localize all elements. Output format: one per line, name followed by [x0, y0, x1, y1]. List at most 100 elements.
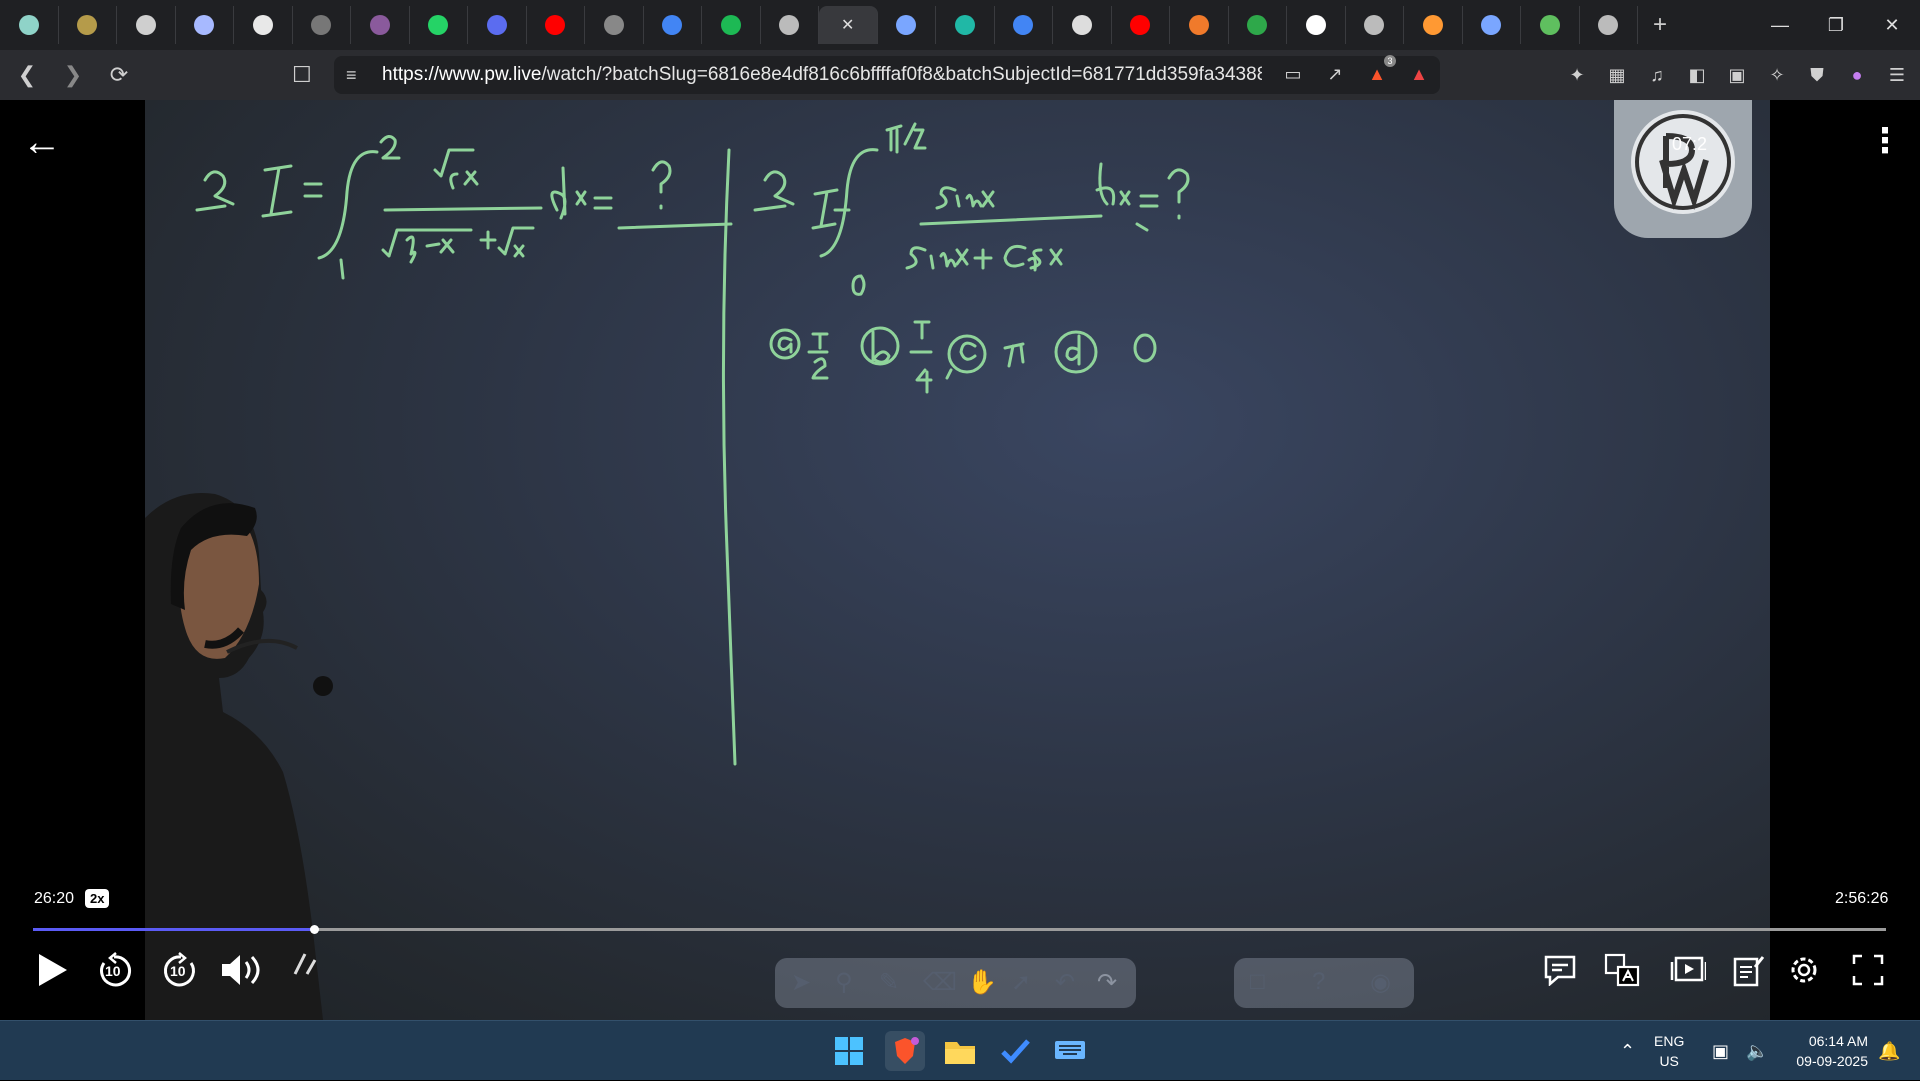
browser-tab[interactable] — [995, 6, 1053, 44]
settings-button[interactable] — [1786, 952, 1822, 988]
browser-tab[interactable] — [936, 6, 995, 44]
teacher-figure — [145, 493, 333, 1020]
notes-button[interactable] — [1730, 952, 1766, 988]
taskbar-file-explorer[interactable] — [940, 1031, 980, 1071]
browser-tab[interactable] — [644, 6, 702, 44]
brave-shields-icon[interactable]: ▲ 3 — [1364, 55, 1396, 87]
browser-tab[interactable] — [351, 6, 410, 44]
windows-logo-icon — [835, 1037, 863, 1065]
taskbar-todo[interactable] — [995, 1031, 1035, 1071]
browser-tab[interactable] — [0, 6, 59, 44]
window-controls: — ❐ ✕ — [1752, 0, 1920, 50]
share-icon[interactable]: ↗ — [1322, 61, 1348, 87]
volume-icon — [222, 955, 260, 985]
dollar-coin-icon — [77, 15, 98, 35]
playlist-button[interactable] — [1670, 952, 1706, 988]
network-icon[interactable]: ▣ — [1712, 1021, 1729, 1081]
browser-tab[interactable] — [59, 6, 117, 44]
browser-tab[interactable] — [234, 6, 293, 44]
tray-overflow-icon[interactable]: ⌃ — [1620, 1021, 1635, 1081]
bookmark-icon — [486, 15, 507, 35]
site-settings-icon[interactable]: ≡ — [346, 65, 357, 86]
photo-icon — [1247, 15, 1268, 35]
forward-10-button[interactable]: 10 — [161, 951, 199, 989]
camera-icon: ◉ — [1370, 969, 1391, 996]
brave-rewards-icon[interactable]: ▲ — [1406, 61, 1432, 87]
browser-tab[interactable] — [1580, 6, 1638, 44]
browser-tab[interactable] — [293, 6, 351, 44]
rewind-label: 10 — [105, 963, 121, 979]
extensions-icon[interactable]: ✦ — [1564, 62, 1590, 88]
reader-icon[interactable]: ▦ — [1604, 62, 1630, 88]
seek-bar[interactable] — [33, 925, 1886, 934]
browser-tab[interactable] — [527, 6, 585, 44]
bulb-icon: ⚲ — [835, 969, 853, 996]
browser-tab[interactable] — [176, 6, 234, 44]
browser-tab[interactable] — [410, 6, 468, 44]
browser-tab[interactable] — [1287, 6, 1346, 44]
browser-tab[interactable] — [878, 6, 936, 44]
brave-lion-icon — [895, 1037, 919, 1064]
browser-tab[interactable] — [1346, 6, 1404, 44]
translate-button[interactable] — [1604, 952, 1640, 988]
browser-tab[interactable] — [1229, 6, 1287, 44]
browser-tab[interactable] — [1463, 6, 1521, 44]
browser-tab[interactable] — [1404, 6, 1463, 44]
pen-icon: ✎ — [879, 969, 900, 996]
language-indicator[interactable]: ENG US — [1654, 1031, 1684, 1071]
browser-tab[interactable] — [468, 6, 527, 44]
taskbar-brave-browser[interactable] — [885, 1031, 925, 1071]
gemini-icon — [1481, 15, 1502, 35]
vpn-shield-icon[interactable]: ⛊ — [1804, 62, 1830, 88]
laser-icon: ➚ — [1011, 969, 1032, 996]
restore-icon[interactable]: ❐ — [1808, 0, 1864, 50]
browser-tab[interactable] — [761, 6, 819, 44]
browser-tab[interactable] — [117, 6, 176, 44]
browser-tab[interactable] — [702, 6, 761, 44]
minimize-icon[interactable]: — — [1752, 0, 1808, 50]
speaker-icon[interactable]: 🔈 — [1746, 1021, 1768, 1081]
menu-icon[interactable]: ☰ — [1884, 62, 1910, 88]
volume-button[interactable] — [220, 951, 264, 989]
green-r-icon — [1539, 15, 1560, 35]
video-player[interactable]: ← ⋮ 07:2 26:20 2x 2:56:26 10 10 ➤ ⚲ ✎ ⌫ … — [0, 100, 1920, 1020]
chat-button[interactable] — [1542, 952, 1578, 988]
windows-taskbar: ⌃ ENG US ▣ 🔈 06:14 AM 09-09-2025 🔔 — [0, 1020, 1920, 1080]
fullscreen-button[interactable] — [1850, 952, 1886, 988]
system-clock[interactable]: 06:14 AM 09-09-2025 — [1776, 1031, 1868, 1071]
seek-bar-handle[interactable] — [309, 925, 319, 934]
back-icon[interactable]: ❮ — [8, 56, 46, 94]
close-window-icon[interactable]: ✕ — [1864, 0, 1920, 50]
sidebar-icon[interactable]: ◧ — [1684, 62, 1710, 88]
playback-speed-badge[interactable]: 2x — [85, 889, 110, 908]
music-icon[interactable]: ♫ — [1644, 62, 1670, 88]
cast-icon[interactable]: ▭ — [1280, 61, 1306, 87]
url-text[interactable]: https://www.pw.live/watch/?batchSlug=681… — [382, 64, 1262, 86]
bookmark-icon[interactable]: ☐ — [292, 62, 312, 88]
browser-tab[interactable] — [1521, 6, 1580, 44]
wallet-icon[interactable]: ▣ — [1724, 62, 1750, 88]
play-button[interactable] — [34, 952, 70, 988]
browser-tab[interactable] — [1112, 6, 1170, 44]
shields-badge: 3 — [1384, 55, 1396, 67]
browser-tab[interactable] — [1170, 6, 1229, 44]
leo-ai-icon[interactable]: ✧ — [1764, 62, 1790, 88]
notification-bell-icon[interactable]: 🔔 — [1878, 1021, 1900, 1081]
seek-bar-played — [33, 928, 314, 931]
gear-icon — [1791, 957, 1817, 983]
profile-avatar-icon[interactable]: ● — [1844, 62, 1870, 88]
reload-icon[interactable]: ⟳ — [100, 56, 138, 94]
address-bar[interactable]: ≡ https://www.pw.live/watch/?batchSlug=6… — [334, 55, 1440, 94]
player-back-arrow-icon[interactable]: ← — [22, 122, 62, 162]
browser-tab[interactable] — [585, 6, 644, 44]
forward-label: 10 — [170, 963, 186, 979]
taskbar-keyboard-app[interactable] — [1050, 1031, 1090, 1071]
rewind-10-button[interactable]: 10 — [96, 951, 134, 989]
start-button[interactable] — [829, 1031, 869, 1071]
new-tab-button[interactable]: + — [1638, 6, 1682, 44]
more-options-icon[interactable]: ⋮ — [1868, 124, 1902, 158]
browser-tab[interactable] — [1053, 6, 1112, 44]
forward-icon[interactable]: ❯ — [54, 56, 92, 94]
browser-tab[interactable]: ✕ — [819, 6, 878, 44]
close-icon[interactable]: ✕ — [838, 15, 858, 35]
